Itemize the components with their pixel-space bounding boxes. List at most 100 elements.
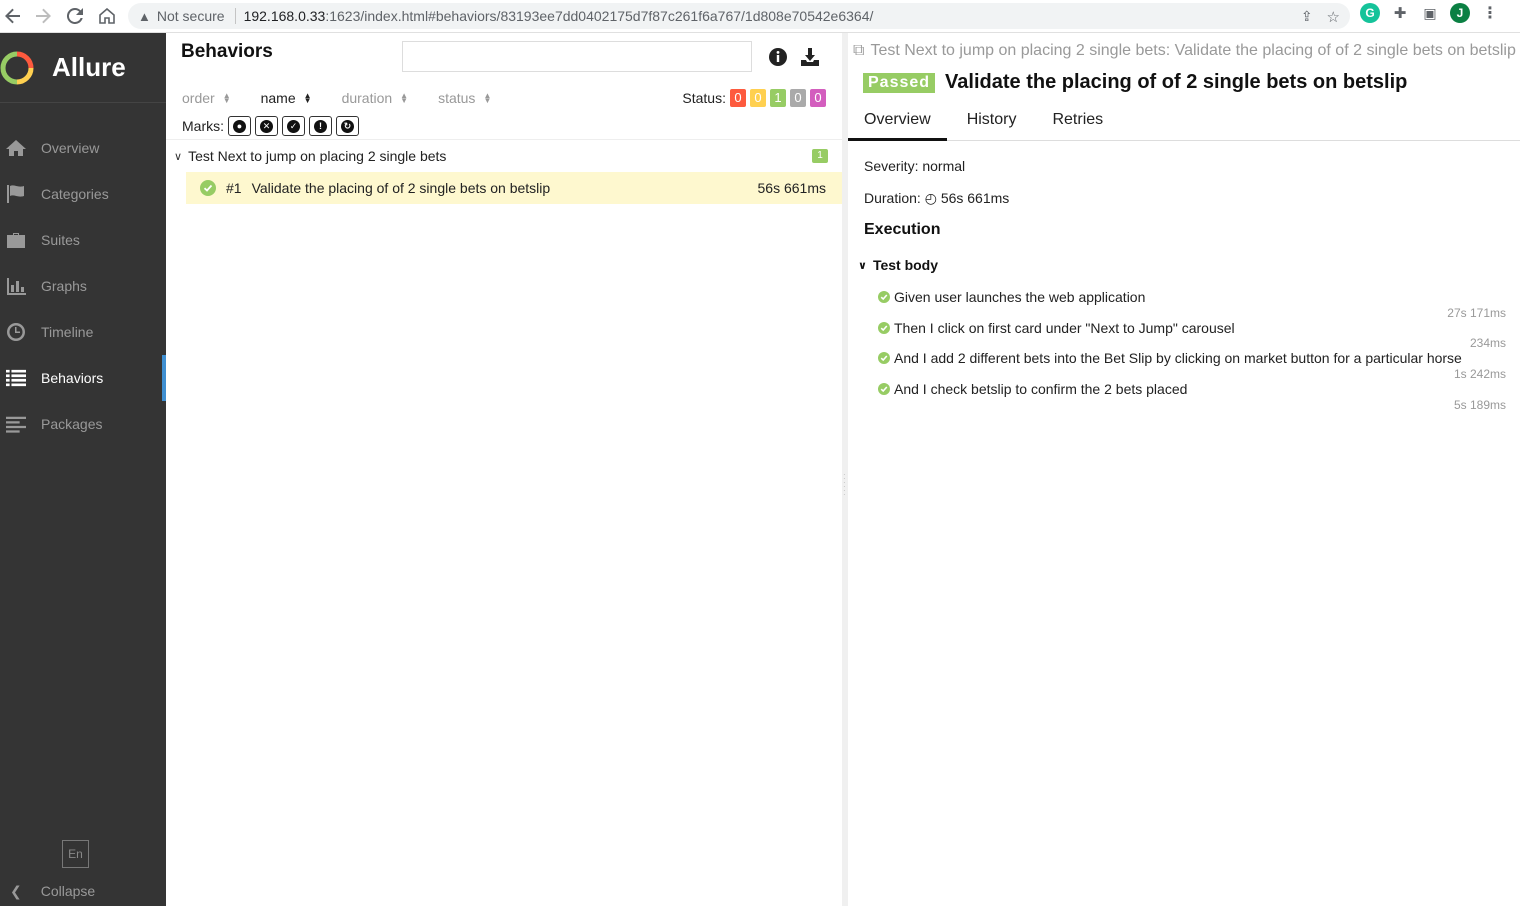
sidebar-menu: Overview Categories Suites Graphs Timeli… xyxy=(0,125,166,447)
check-circle-icon: ✓ xyxy=(287,119,300,133)
tab-history[interactable]: History xyxy=(947,105,1033,141)
marks-label: Marks: xyxy=(182,118,224,134)
test-body-label: Test body xyxy=(872,257,939,273)
sidebar-item-categories[interactable]: Categories xyxy=(0,171,166,217)
home-icon xyxy=(6,140,26,156)
browser-menu-icon[interactable]: ⋮ xyxy=(1480,3,1500,23)
step-name: Then I click on first card under "Next t… xyxy=(894,320,1235,336)
flag-icon xyxy=(7,185,24,203)
language-selector[interactable]: En xyxy=(62,840,89,868)
status-broken-badge[interactable]: 0 xyxy=(750,89,766,107)
grammarly-extension-icon[interactable]: G xyxy=(1360,3,1380,23)
allure-logo-icon xyxy=(0,51,34,84)
sort-name[interactable]: name ▲ ▼ xyxy=(261,90,312,106)
sort-status[interactable]: status ▲ ▼ xyxy=(438,90,491,106)
sort-controls: order ▲ ▼ name ▲ ▼ duration ▲ ▼ status ▲ ▼ xyxy=(182,90,515,106)
splitter-grip-icon: · · · · · · xyxy=(843,470,846,499)
duration-label: Duration: xyxy=(864,190,921,206)
download-icon[interactable] xyxy=(800,47,820,67)
sort-label: name xyxy=(260,90,296,106)
duration: Duration: ◴ 56s 661ms xyxy=(864,190,1009,207)
sidebar-item-overview[interactable]: Overview xyxy=(0,125,166,171)
refresh-icon: ↻ xyxy=(341,119,354,133)
page-title: Behaviors xyxy=(181,41,273,62)
collapse-label: Collapse xyxy=(40,883,96,899)
sort-arrows-icon: ▲ ▼ xyxy=(222,91,231,105)
clock-icon xyxy=(7,323,25,341)
bar-chart-icon xyxy=(7,278,26,295)
sort-order[interactable]: order ▲ ▼ xyxy=(182,90,231,106)
reload-icon[interactable] xyxy=(62,3,88,29)
address-divider xyxy=(234,8,236,24)
duration-value: 56s 661ms xyxy=(940,190,1010,206)
sidebar-item-label: Packages xyxy=(41,416,103,432)
sidebar-item-suites[interactable]: Suites xyxy=(0,217,166,263)
sidebar-item-packages[interactable]: Packages xyxy=(0,401,166,447)
test-duration: 56s 661ms xyxy=(757,180,826,196)
test-number: #1 xyxy=(226,180,242,196)
test-name: Validate the placing of of 2 single bets… xyxy=(251,180,551,196)
passed-check-icon xyxy=(878,383,890,395)
sort-label: order xyxy=(182,90,215,106)
align-left-icon xyxy=(6,416,26,433)
step-row[interactable]: And I check betslip to confirm the 2 bet… xyxy=(878,381,1187,397)
step-row[interactable]: And I add 2 different bets into the Bet … xyxy=(878,350,1462,366)
collapse-button[interactable]: ❮ Collapse xyxy=(0,871,95,911)
profile-avatar[interactable]: J xyxy=(1450,3,1470,23)
tree-test-row[interactable]: #1 Validate the placing of of 2 single b… xyxy=(186,172,842,204)
brand[interactable]: Allure xyxy=(0,33,166,103)
passed-check-icon xyxy=(200,180,216,196)
status-skipped-badge[interactable]: 0 xyxy=(790,89,806,107)
address-bar[interactable]: ▲ Not secure 192.168.0.33:1623/index.htm… xyxy=(128,3,1350,29)
side-panel-icon[interactable]: ▣ xyxy=(1420,3,1440,23)
mark-new-passed-button[interactable]: ✓ xyxy=(282,116,305,136)
test-title: Validate the placing of of 2 single bets… xyxy=(945,71,1408,93)
sidebar: Allure Overview Categories Suites Graphs… xyxy=(0,33,166,906)
sidebar-item-timeline[interactable]: Timeline xyxy=(0,309,166,355)
tab-retries[interactable]: Retries xyxy=(1032,105,1119,141)
home-icon[interactable] xyxy=(94,3,120,29)
forward-icon[interactable] xyxy=(30,3,56,29)
status-unknown-badge[interactable]: 0 xyxy=(810,89,826,107)
tab-overview[interactable]: Overview xyxy=(848,105,947,141)
step-duration: 5s 189ms xyxy=(1453,398,1506,412)
mark-new-broken-button[interactable]: ! xyxy=(309,116,332,136)
sidebar-item-label: Graphs xyxy=(41,278,87,294)
clock-icon: ◴ xyxy=(924,190,937,206)
step-name: Given user launches the web application xyxy=(894,289,1146,305)
behaviors-tree-pane: Behaviors order ▲ ▼ name ▲ ▼ duration ▲ ▼ s… xyxy=(166,33,842,906)
bookmark-star-icon[interactable]: ☆ xyxy=(1327,8,1340,26)
sort-arrows-icon: ▲ ▼ xyxy=(303,91,312,105)
mark-retries-button[interactable]: ↻ xyxy=(336,116,359,136)
step-row[interactable]: Then I click on first card under "Next t… xyxy=(878,320,1235,336)
warning-icon: ▲ xyxy=(138,8,151,24)
sort-arrows-icon: ▲ ▼ xyxy=(400,91,409,105)
info-icon[interactable] xyxy=(768,47,788,67)
search-input[interactable] xyxy=(402,41,752,72)
execution-heading: Execution xyxy=(864,221,941,238)
sort-duration[interactable]: duration ▲ ▼ xyxy=(342,90,409,106)
browser-toolbar: ▲ Not secure 192.168.0.33:1623/index.htm… xyxy=(0,0,1520,33)
bomb-icon: ● xyxy=(233,119,246,133)
extensions-puzzle-icon[interactable]: ✚ xyxy=(1390,3,1410,23)
breadcrumb-text: Test Next to jump on placing 2 single be… xyxy=(870,42,1516,59)
sidebar-item-label: Categories xyxy=(41,186,109,202)
sidebar-item-behaviors[interactable]: Behaviors xyxy=(0,355,166,401)
status-passed-badge[interactable]: 1 xyxy=(770,89,786,107)
sidebar-item-graphs[interactable]: Graphs xyxy=(0,263,166,309)
test-body-toggle[interactable]: ∨ Test body xyxy=(858,257,938,273)
mark-flaky-button[interactable]: ● xyxy=(228,116,251,136)
not-secure-label: Not secure xyxy=(156,8,225,24)
status-failed-badge[interactable]: 0 xyxy=(730,89,746,107)
mark-new-failed-button[interactable]: ✕ xyxy=(255,116,278,136)
step-name: And I check betslip to confirm the 2 bet… xyxy=(894,381,1188,397)
passed-check-icon xyxy=(878,352,890,364)
copy-icon[interactable]: ⧉ xyxy=(853,42,864,60)
briefcase-icon xyxy=(7,233,25,248)
tree-group-row[interactable]: ∨ Test Next to jump on placing 2 single … xyxy=(174,145,834,167)
sidebar-item-label: Timeline xyxy=(41,324,94,340)
chevron-down-icon: ∨ xyxy=(858,259,867,272)
back-icon[interactable] xyxy=(0,3,26,29)
share-icon[interactable]: ⇪ xyxy=(1301,8,1313,26)
step-row[interactable]: Given user launches the web application xyxy=(878,289,1145,305)
